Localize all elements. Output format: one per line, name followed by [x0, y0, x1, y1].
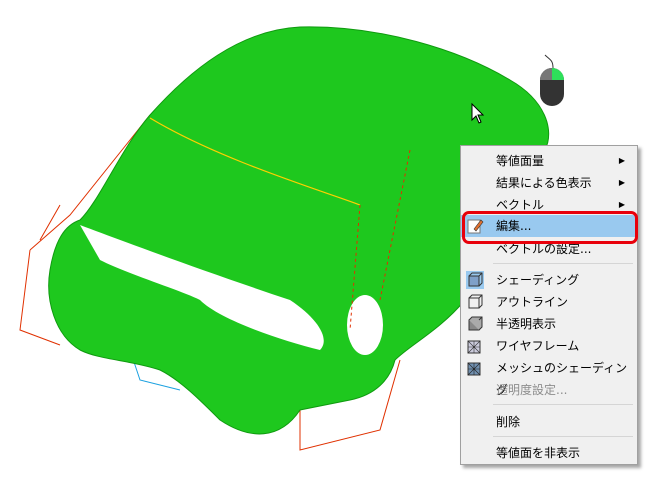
- menu-item-edit[interactable]: 編集...: [461, 215, 637, 237]
- menu-item-isosurface-value[interactable]: 等値面量 ▶: [461, 150, 637, 172]
- shaded-cube-icon: [466, 271, 484, 289]
- menu-item-label: ベクトル: [496, 198, 545, 212]
- menu-item-label: 編集...: [496, 219, 532, 233]
- menu-separator: [493, 436, 633, 437]
- menu-item-label: 結果による色表示: [496, 176, 592, 190]
- context-menu: 等値面量 ▶ 結果による色表示 ▶ ベクトル ▶ 編集... ベクトルの設定... シ…: [460, 145, 638, 465]
- menu-item-delete[interactable]: 削除: [461, 411, 637, 433]
- wireframe-cube-icon: [467, 340, 481, 354]
- menu-item-label: アウトライン: [496, 295, 569, 309]
- menu-separator: [493, 404, 633, 405]
- submenu-arrow-icon: ▶: [618, 156, 625, 165]
- menu-item-vector-settings[interactable]: ベクトルの設定...: [461, 238, 637, 260]
- menu-item-label: 透明度設定...: [496, 383, 568, 397]
- translucent-cube-icon: [468, 316, 483, 331]
- menu-item-mesh-shading[interactable]: メッシュのシェーディング: [461, 357, 637, 397]
- pencil-icon: [467, 219, 484, 234]
- menu-separator: [493, 263, 633, 264]
- menu-item-outline[interactable]: アウトライン: [461, 291, 637, 313]
- menu-item-label: ワイヤフレーム: [496, 339, 580, 353]
- menu-item-label: シェーディング: [496, 273, 580, 287]
- mouse-icon: [540, 54, 564, 106]
- menu-item-shading[interactable]: シェーディング: [461, 269, 637, 291]
- menu-item-transparency-settings: 透明度設定...: [461, 379, 637, 401]
- submenu-arrow-icon: ▶: [618, 178, 625, 187]
- menu-item-vector[interactable]: ベクトル ▶: [461, 194, 637, 216]
- menu-item-translucent[interactable]: 半透明表示: [461, 313, 637, 335]
- menu-item-label: 半透明表示: [496, 317, 557, 331]
- menu-item-label: 削除: [496, 415, 521, 429]
- menu-item-label: ベクトルの設定...: [496, 242, 592, 256]
- menu-item-color-by-result[interactable]: 結果による色表示 ▶: [461, 172, 637, 194]
- menu-item-wireframe[interactable]: ワイヤフレーム: [461, 335, 637, 357]
- mesh-cube-icon: [467, 362, 481, 376]
- outline-cube-icon: [468, 294, 483, 309]
- submenu-arrow-icon: ▶: [618, 200, 625, 209]
- menu-item-label: 等値面を非表示: [496, 446, 581, 460]
- menu-item-label: 等値面量: [496, 154, 545, 168]
- menu-item-hide-isosurface[interactable]: 等値面を非表示: [461, 442, 637, 464]
